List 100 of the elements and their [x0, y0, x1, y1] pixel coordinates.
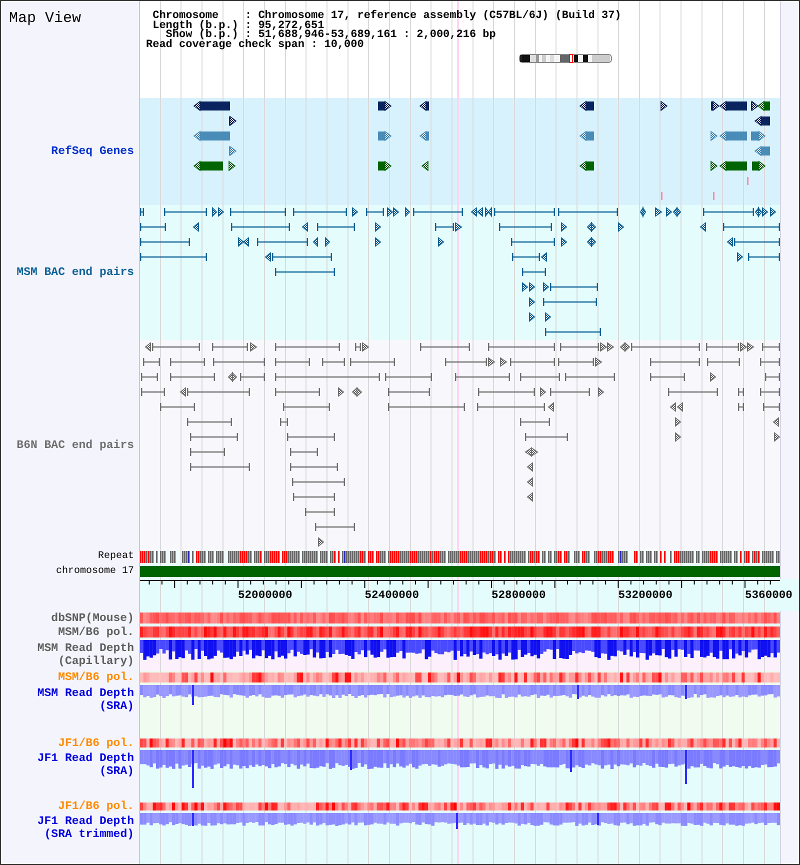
end-marker	[405, 206, 410, 218]
bac-end-pair	[143, 358, 160, 366]
end-marker	[675, 416, 682, 428]
axis-label: 52400000	[364, 590, 419, 602]
bac-end-pair	[558, 358, 594, 366]
end-marker	[529, 312, 536, 322]
bac-end-pair	[558, 208, 618, 216]
end-marker	[526, 476, 533, 488]
bac-end-pair	[760, 358, 780, 366]
end-marker	[618, 222, 624, 232]
end-marker	[485, 206, 492, 218]
bac-end-pair	[388, 388, 430, 396]
bac-end-pair	[292, 478, 345, 486]
bac-end-pair	[290, 463, 338, 471]
bac-end-pair	[385, 373, 432, 381]
bac-end-pair	[512, 253, 540, 261]
position-tick	[747, 177, 748, 185]
track-label: MSM/B6 pol.	[58, 671, 134, 684]
end-marker	[455, 222, 462, 232]
bac-end-pair	[305, 508, 335, 516]
end-marker	[144, 342, 151, 352]
track-label: chromosome 17	[56, 566, 134, 578]
bac-end-pair	[488, 343, 555, 351]
bac-end-pair	[275, 268, 335, 276]
bac-end-pair	[164, 208, 207, 216]
bac-end-pair	[707, 358, 740, 366]
axis-label: 52000000	[238, 590, 292, 602]
bac-end-pair	[170, 373, 215, 381]
end-marker	[375, 222, 382, 232]
bac-end-pair	[565, 373, 615, 381]
bac-end-pair	[445, 358, 487, 366]
end-marker	[561, 222, 568, 232]
gene-arrow	[421, 160, 428, 172]
bac-end-pair	[275, 343, 340, 351]
bac-end-pair	[748, 253, 780, 261]
gene-arrow	[419, 100, 429, 112]
track-label: MSM Read Depth (SRA)	[36, 687, 134, 713]
bac-end-pair	[350, 358, 395, 366]
bac-end-pair	[315, 523, 355, 531]
track-label: MSM BAC end pairs	[16, 266, 134, 279]
bac-end-pair	[160, 403, 195, 411]
gene-arrow	[229, 116, 237, 126]
gene-arrow	[193, 100, 230, 112]
track-label: JF1/B6 pol.	[58, 800, 134, 813]
bac-end-pair	[293, 493, 335, 501]
end-marker	[543, 282, 550, 292]
gene-arrow	[378, 130, 392, 142]
end-marker	[312, 236, 318, 248]
bac-end-pair	[152, 343, 200, 351]
info-line: Read coverage check span : 10,000	[146, 41, 365, 51]
end-marker	[302, 222, 308, 232]
gene-arrow	[193, 160, 223, 172]
bac-end-pair	[213, 358, 265, 366]
bac-end-pair	[293, 208, 347, 216]
bac-end-pair	[140, 238, 190, 246]
bac-end-pair	[477, 403, 545, 411]
gene-arrow	[754, 116, 770, 126]
bac-end-pair	[141, 388, 165, 396]
end-marker	[180, 386, 186, 398]
bac-end-pair	[140, 223, 166, 231]
bac-end-pair	[272, 253, 332, 261]
gene-arrow	[229, 146, 237, 156]
end-marker	[710, 372, 716, 382]
end-marker	[726, 236, 733, 248]
gene-arrow	[193, 130, 230, 142]
end-marker	[192, 222, 199, 232]
gene-arrow	[579, 160, 594, 172]
end-marker	[737, 252, 744, 262]
gene-arrow	[754, 146, 770, 156]
bac-end-pair	[550, 283, 598, 291]
end-marker	[524, 447, 538, 457]
track-label: RefSeq Genes	[51, 145, 134, 158]
end-marker	[540, 386, 546, 398]
end-marker	[325, 236, 330, 248]
end-marker	[545, 312, 552, 322]
axis-label: 52800000	[492, 590, 546, 602]
bac-end-pair	[765, 373, 780, 381]
end-marker	[772, 416, 779, 428]
bac-end-pair	[762, 343, 780, 351]
bac-end-pair	[525, 433, 568, 441]
bac-end-pair	[257, 238, 308, 246]
bac-end-pair	[190, 463, 250, 471]
bac-end-pair	[520, 418, 550, 426]
end-marker	[338, 386, 344, 398]
bac-end-pair	[366, 208, 384, 216]
end-marker	[675, 432, 682, 442]
bac-end-pair	[520, 373, 560, 381]
bac-end-pair	[240, 373, 265, 381]
end-marker	[526, 462, 533, 472]
bac-end-pair	[190, 433, 238, 441]
bac-end-pair	[355, 343, 361, 351]
bac-end-pair	[668, 388, 718, 396]
end-marker	[774, 432, 780, 442]
track-label: dbSNP(Mouse)	[51, 612, 134, 624]
bac-end-pair	[280, 418, 288, 426]
end-marker	[375, 236, 382, 248]
bac-end-pair	[435, 223, 454, 231]
end-marker	[595, 357, 602, 367]
gene-arrow	[378, 160, 392, 172]
bac-end-pair	[190, 448, 225, 456]
